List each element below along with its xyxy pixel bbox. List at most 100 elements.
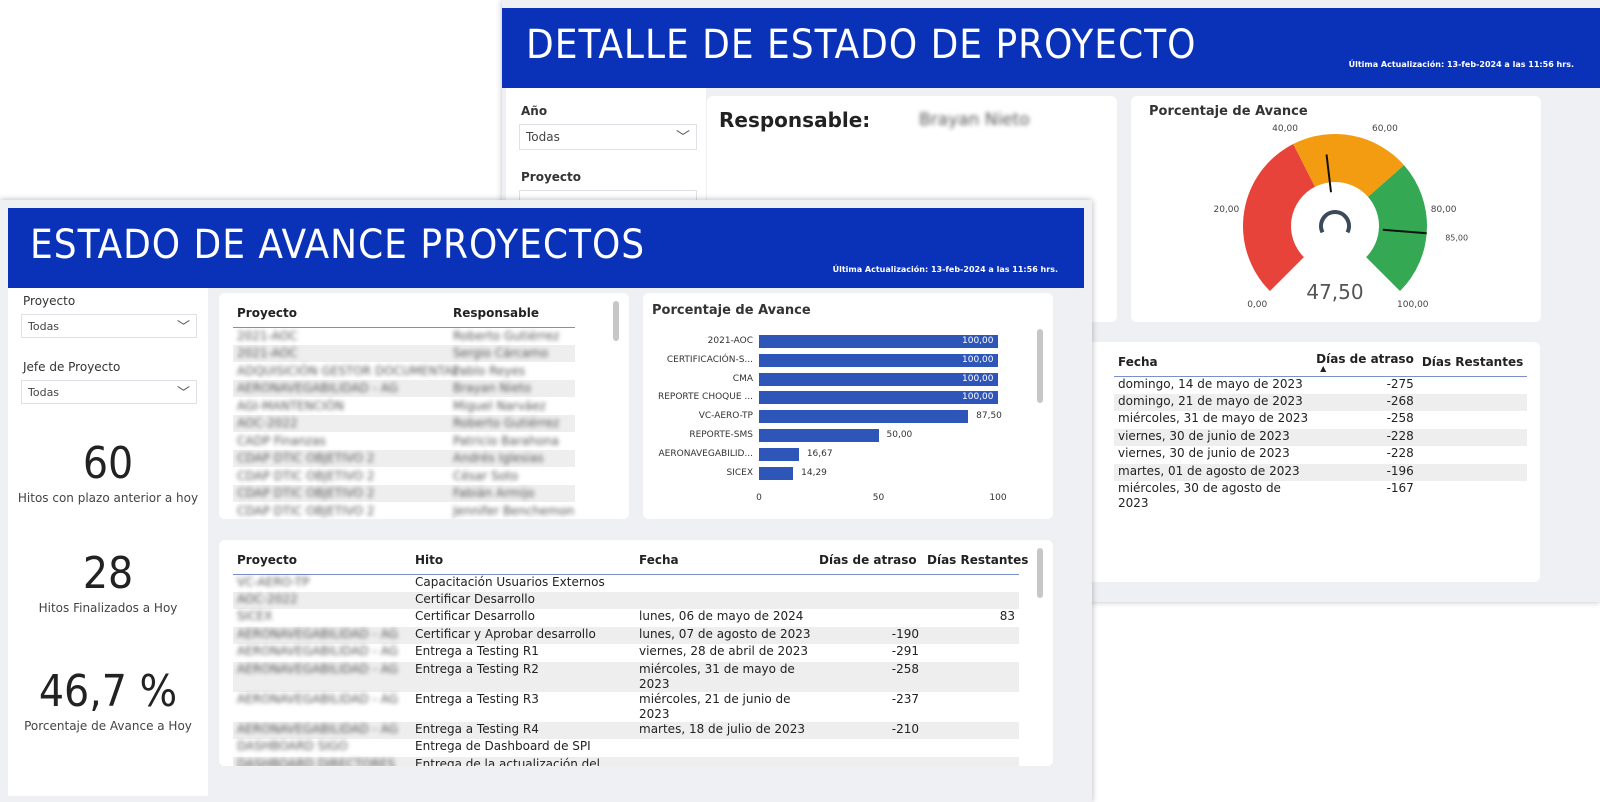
table-row[interactable]: 2021-AOC Roberto Gutiérrez	[233, 327, 575, 345]
cell-hito: Entrega a Testing R1	[415, 644, 539, 658]
cell-fecha	[635, 756, 815, 766]
table-row[interactable]: CDAP DTIC OBJETIVO 2 Jennifer Benchemon	[233, 502, 575, 519]
col-proyecto[interactable]: Proyecto	[233, 299, 449, 327]
proyectos-scrollbar[interactable]	[613, 301, 619, 341]
table-row[interactable]: SICEX Certificar Desarrollo lunes, 06 de m…	[233, 609, 1019, 627]
cell-dias-atraso	[815, 739, 923, 757]
gauge-chart: 0,00 20,00 40,00 60,00 80,00 85,00 100,00 47,50	[1213, 124, 1468, 310]
table-row[interactable]: AERONAVEGABILIDAD - AG Entrega a Testing …	[233, 661, 1019, 692]
cell-proyecto: CDAP DTIC OBJETIVO 2	[237, 503, 375, 518]
gauge-value: 47,50	[1306, 280, 1363, 304]
table-row[interactable]: VC-AERO-TP Capacitación Usuarios Externos	[233, 574, 1019, 592]
year-dropdown[interactable]: Todas ﹀	[519, 124, 697, 150]
table-row[interactable]: DASHBOARD DIRECTORES Entrega de la actual…	[233, 756, 1019, 766]
project-dropdown-value: Todas	[28, 320, 60, 333]
bar[interactable]	[759, 410, 969, 424]
col-hito[interactable]: Hito	[411, 546, 635, 574]
cell-proyecto: DASHBOARD SIGO	[237, 739, 348, 753]
cell-fecha: viernes, 28 de abril de 2023	[639, 644, 809, 658]
bar-value-label: 100,00	[962, 392, 994, 403]
cell-dias-restantes	[1417, 393, 1528, 411]
cell-dias-restantes	[923, 591, 1019, 609]
table-row[interactable]: viernes, 30 de junio de 2023 -228	[1114, 446, 1527, 464]
cell-dias-restantes	[1418, 411, 1527, 429]
year-dropdown-value: Todas	[526, 130, 560, 144]
table-row[interactable]: domingo, 14 de mayo de 2023 -275	[1114, 376, 1527, 394]
cell-dias-restantes	[923, 626, 1019, 644]
col-dias-atraso[interactable]: Días de atraso	[815, 546, 923, 574]
chevron-down-icon: ﹀	[676, 130, 690, 146]
table-row[interactable]: miércoles, 31 de mayo de 2023 -258	[1114, 411, 1527, 429]
col-responsable[interactable]: Responsable	[449, 299, 575, 327]
kpi-hitos-plazo: 60 Hitos con plazo anterior a hoy	[8, 438, 208, 505]
table-row[interactable]: AGI-MANTENCIÓN Miguel Narváez	[233, 397, 575, 415]
cell-proyecto: AOC-2022	[233, 591, 411, 609]
project-dropdown[interactable]: Todas ﹀	[21, 314, 197, 338]
table-row[interactable]: CDAP DTIC OBJETIVO 2 Fabián Armijo	[233, 484, 575, 502]
cell-hito: Entrega de Dashboard de SPI	[415, 739, 591, 753]
bar-category-label: 2021-AOC	[707, 336, 753, 346]
cell-responsable: Miguel Narváez	[453, 398, 546, 413]
kpi-label: Porcentaje de Avance a Hoy	[24, 719, 192, 733]
col-fecha[interactable]: Fecha	[1114, 348, 1312, 376]
detalle-hitos-card: Fecha Días de atraso ▲ Días Restantes do…	[1088, 342, 1540, 582]
col-dias-restantes[interactable]: Días Restantes	[923, 546, 1028, 574]
col-proyecto[interactable]: Proyecto	[233, 546, 411, 574]
table-row[interactable]: CDAP DTIC OBJETIVO 2 Andrés Iglesias	[233, 449, 575, 467]
cell-hito: Certificar Desarrollo	[411, 591, 635, 609]
table-row[interactable]: CADP Finanzas Patricio Barahona	[233, 432, 575, 450]
table-row[interactable]: AERONAVEGABILIDAD - AG Entrega a Testing …	[233, 721, 1019, 739]
col-dias-restantes[interactable]: Días Restantes	[1418, 348, 1527, 376]
table-row[interactable]: DASHBOARD SIGO Entrega de Dashboard de SP…	[233, 739, 1019, 757]
bar-category-label: CMA	[732, 373, 753, 384]
bar-value-label: 100,00	[962, 373, 994, 384]
cell-dias-atraso: -228	[1386, 446, 1414, 460]
kpi-porcentaje-avance: 46,7 % Porcentaje de Avance a Hoy	[8, 666, 208, 733]
cell-hito: Entrega de la actualización del	[411, 756, 635, 766]
table-row[interactable]: 2021-AOC Sergio Cárcamo	[233, 344, 575, 362]
table-row[interactable]: miércoles, 30 de agosto de 2023 -167	[1114, 481, 1527, 511]
bar[interactable]	[759, 429, 879, 442]
cell-responsable: Roberto Gutiérrez	[449, 414, 575, 432]
bar-category-label: REPORTE-SMS	[689, 430, 753, 440]
cell-proyecto: DASHBOARD DIRECTORES	[233, 756, 411, 766]
cell-hito: Entrega a Testing R2	[411, 661, 635, 692]
table-row[interactable]: AERONAVEGABILIDAD - AG Entrega a Testing …	[233, 692, 1019, 722]
bar[interactable]	[759, 447, 799, 461]
table-row[interactable]: martes, 01 de agosto de 2023 -196	[1114, 463, 1528, 481]
cell-dias-atraso: -210	[815, 721, 923, 739]
col-dias-atraso[interactable]: Días de atraso ▲	[1312, 348, 1418, 376]
table-row[interactable]: AERONAVEGABILIDAD - AG Brayan Nieto	[233, 379, 575, 397]
jefe-dropdown[interactable]: Todas ﹀	[21, 380, 197, 404]
table-row[interactable]: AERONAVEGABILIDAD - AG Certificar y Aprob…	[233, 626, 1019, 644]
cell-hito: Entrega a Testing R3	[415, 691, 539, 706]
table-row[interactable]: viernes, 30 de junio de 2023 -228	[1114, 428, 1528, 446]
hitos-scrollbar[interactable]	[1037, 548, 1043, 598]
avance-title: ESTADO DE AVANCE PROYECTOS	[30, 222, 646, 268]
cell-dias-atraso	[815, 591, 923, 609]
table-row[interactable]: ADQUISICIÓN GESTOR DOCUMENTAL Pablo Reyes	[233, 362, 575, 380]
kpi-hitos-finalizados: 28 Hitos Finalizados a Hoy	[8, 548, 208, 615]
table-row[interactable]: domingo, 21 de mayo de 2023 -268	[1114, 393, 1528, 411]
cell-dias-restantes	[923, 644, 1019, 662]
detalle-hitos-table: Fecha Días de atraso ▲ Días Restantes do…	[1114, 348, 1528, 511]
cell-dias-restantes	[923, 661, 1019, 692]
cell-dias-restantes	[923, 739, 1019, 757]
cell-dias-atraso: -167	[1386, 481, 1414, 495]
bar-category-label: VC-AERO-TP	[698, 411, 753, 422]
detalle-header: DETALLE DE ESTADO DE PROYECTO Última Act…	[502, 8, 1600, 88]
table-row[interactable]: AOC-2022 Certificar Desarrollo	[233, 591, 1019, 609]
col-fecha[interactable]: Fecha	[635, 546, 815, 574]
cell-hito: Certificar y Aprobar desarrollo	[411, 626, 635, 644]
bar-chart-scrollbar[interactable]	[1037, 329, 1043, 403]
table-row[interactable]: AOC-2022 Roberto Gutiérrez	[233, 414, 575, 432]
table-row[interactable]: AERONAVEGABILIDAD - AG Entrega a Testing …	[233, 644, 1019, 662]
cell-proyecto: AGI-MANTENCIÓN	[237, 398, 344, 413]
bar[interactable]	[759, 466, 794, 480]
cell-responsable: Brayan Nieto	[449, 379, 575, 397]
table-row[interactable]: CDAP DTIC OBJETIVO 2 César Soto	[233, 467, 575, 485]
cell-responsable: Pablo Reyes	[453, 363, 526, 378]
cell-responsable: Jennifer Benchemon	[453, 503, 575, 518]
bar-chart: 2021-AOC 100,00 CERTIFICACIÓN-S... 100,00 CM…	[643, 293, 1053, 519]
cell-dias-restantes	[923, 692, 1019, 722]
